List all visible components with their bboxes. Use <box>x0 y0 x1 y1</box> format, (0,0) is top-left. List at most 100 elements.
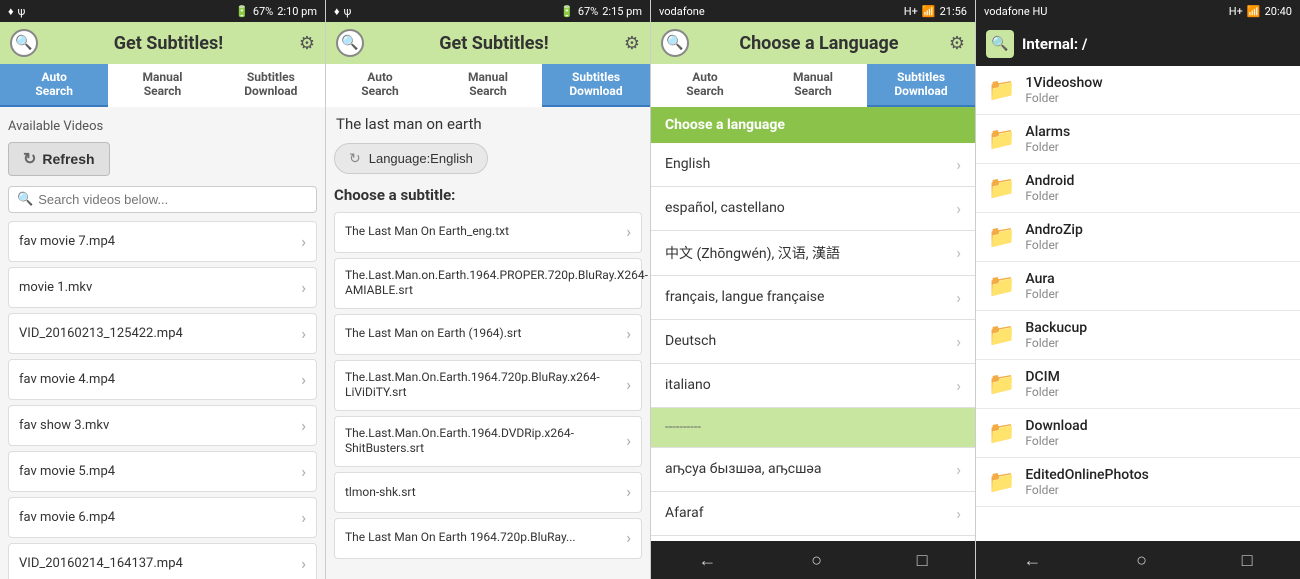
file-item[interactable]: fav movie 7.mp4 › <box>8 221 317 262</box>
time-2: 2:15 pm <box>602 5 642 18</box>
tab-subtitles-download-2[interactable]: SubtitlesDownload <box>542 64 650 107</box>
tab-subtitles-download-1[interactable]: SubtitlesDownload <box>217 64 325 107</box>
folder-info: AndroZip Folder <box>1025 222 1082 252</box>
folder-info: EditedOnlinePhotos Folder <box>1025 467 1148 497</box>
file-item[interactable]: VID_20160214_164137.mp4 › <box>8 543 317 579</box>
tab-auto-search-1[interactable]: AutoSearch <box>0 64 108 107</box>
arrow-icon: › <box>956 376 961 395</box>
settings-button-3[interactable]: ⚙ <box>949 33 965 54</box>
tab-subtitles-download-3[interactable]: SubtitlesDownload <box>867 64 975 107</box>
language-button[interactable]: ↻ Language:English <box>334 143 488 174</box>
folder-item-download[interactable]: 📁 Download Folder <box>976 409 1300 458</box>
subtitle-name: The Last Man On Earth_eng.txt <box>345 224 626 240</box>
file-item[interactable]: fav movie 6.mp4 › <box>8 497 317 538</box>
time-3: 21:56 <box>940 5 967 18</box>
folder-icon: 📁 <box>988 176 1015 201</box>
signal-bars-4: 📶 <box>1247 5 1261 18</box>
arrow-icon: › <box>956 504 961 523</box>
internal-header: 🔍 Internal: / <box>976 22 1300 66</box>
file-item[interactable]: fav movie 4.mp4 › <box>8 359 317 400</box>
language-item-abkhaz[interactable]: аҧсуа бызшәа, аҧсшәа › <box>651 448 975 492</box>
subtitle-item[interactable]: tlmon-shk.srt › <box>334 472 642 513</box>
recents-button-3[interactable]: □ <box>917 550 928 571</box>
battery-percent-1: 67% <box>253 5 273 18</box>
language-item-chinese[interactable]: 中文 (Zhōngwén), 汉语, 漢語 › <box>651 231 975 276</box>
signal-bars-3: 📶 <box>922 5 936 18</box>
search-box[interactable]: 🔍 <box>8 186 317 213</box>
tab-auto-search-2[interactable]: AutoSearch <box>326 64 434 107</box>
language-item-italiano[interactable]: italiano › <box>651 364 975 408</box>
folder-icon: 📁 <box>988 470 1015 495</box>
settings-button-2[interactable]: ⚙ <box>624 33 640 54</box>
subtitle-item[interactable]: The Last Man On Earth_eng.txt › <box>334 212 642 253</box>
folder-info: Alarms Folder <box>1025 124 1070 154</box>
file-item[interactable]: VID_20160213_125422.mp4 › <box>8 313 317 354</box>
subtitle-item[interactable]: The.Last.Man.On.Earth.1964.720p.BluRay.x… <box>334 360 642 411</box>
folder-item-androzip[interactable]: 📁 AndroZip Folder <box>976 213 1300 262</box>
language-label: Language:English <box>369 151 473 166</box>
folder-item-aura[interactable]: 📁 Aura Folder <box>976 262 1300 311</box>
recents-button-4[interactable]: □ <box>1242 550 1253 571</box>
arrow-icon: › <box>956 243 961 262</box>
folder-name: EditedOnlinePhotos <box>1025 467 1148 483</box>
app-logo-2: 🔍 <box>336 29 364 57</box>
back-button-4[interactable]: ← <box>1023 550 1041 571</box>
subtitle-item[interactable]: The Last Man on Earth (1964).srt › <box>334 314 642 355</box>
status-left-2: ♦ ψ <box>334 5 351 18</box>
language-item-espanol[interactable]: español, castellano › <box>651 187 975 231</box>
language-item-english[interactable]: English › <box>651 143 975 187</box>
available-videos-label: Available Videos <box>8 119 317 134</box>
language-item-deutsch[interactable]: Deutsch › <box>651 320 975 364</box>
status-bar-2: ♦ ψ 🔋 67% 2:15 pm <box>326 0 650 22</box>
panel-content-2: The last man on earth ↻ Language:English… <box>326 107 650 579</box>
folder-type: Folder <box>1025 189 1074 203</box>
folder-name: Alarms <box>1025 124 1070 140</box>
file-name: fav show 3.mkv <box>19 418 109 433</box>
subtitle-item[interactable]: The.Last.Man.On.Earth.1964.DVDRip.x264-S… <box>334 416 642 467</box>
arrow-icon: › <box>626 222 631 243</box>
home-button-4[interactable]: ○ <box>1136 550 1147 571</box>
folder-item-android[interactable]: 📁 Android Folder <box>976 164 1300 213</box>
folder-item-dcim[interactable]: 📁 DCIM Folder <box>976 360 1300 409</box>
refresh-button[interactable]: ↻ Refresh <box>8 142 110 176</box>
arrow-icon: › <box>301 462 306 481</box>
status-bar-1: ♦ ψ 🔋 67% 2:10 pm <box>0 0 325 22</box>
settings-button-1[interactable]: ⚙ <box>299 33 315 54</box>
folder-info: Aura Folder <box>1025 271 1058 301</box>
file-name: fav movie 6.mp4 <box>19 510 115 525</box>
file-item[interactable]: movie 1.mkv › <box>8 267 317 308</box>
search-input[interactable] <box>38 192 308 207</box>
subtitle-item[interactable]: The Last Man On Earth 1964.720p.BluRay..… <box>334 518 642 559</box>
folder-item-alarms[interactable]: 📁 Alarms Folder <box>976 115 1300 164</box>
separator-label: ---------- <box>665 420 701 435</box>
tab-manual-search-1[interactable]: ManualSearch <box>108 64 216 107</box>
language-item-french[interactable]: français, langue française › <box>651 276 975 320</box>
battery-icon: 🔋 <box>235 5 249 18</box>
folder-item-backucup[interactable]: 📁 Backucup Folder <box>976 311 1300 360</box>
language-list-header: Choose a language <box>651 107 975 143</box>
internal-title: Internal: / <box>1022 35 1087 53</box>
status-left-3: vodafone <box>659 5 705 18</box>
file-item[interactable]: fav show 3.mkv › <box>8 405 317 446</box>
folder-name: DCIM <box>1025 369 1060 385</box>
network-type-3: H+ <box>904 5 918 18</box>
back-button-3[interactable]: ← <box>698 550 716 571</box>
tab-auto-search-3[interactable]: AutoSearch <box>651 64 759 107</box>
arrow-icon: › <box>301 416 306 435</box>
folder-item-1videoshow[interactable]: 📁 1Videoshow Folder <box>976 66 1300 115</box>
home-button-3[interactable]: ○ <box>811 550 822 571</box>
language-item-afaraf[interactable]: Afaraf › <box>651 492 975 536</box>
folder-item-editedonlinephotos[interactable]: 📁 EditedOnlinePhotos Folder <box>976 458 1300 507</box>
arrow-icon: › <box>626 324 631 345</box>
subtitle-item[interactable]: The.Last.Man.on.Earth.1964.PROPER.720p.B… <box>334 258 642 309</box>
folder-info: Download Folder <box>1025 418 1087 448</box>
panel-manual-search: ♦ ψ 🔋 67% 2:15 pm 🔍 Get Subtitles! ⚙ Aut… <box>325 0 650 579</box>
tab-manual-search-2[interactable]: ManualSearch <box>434 64 542 107</box>
file-name: fav movie 4.mp4 <box>19 372 115 387</box>
status-bar-3: vodafone H+ 📶 21:56 <box>651 0 975 22</box>
subtitle-name: The.Last.Man.On.Earth.1964.DVDRip.x264-S… <box>345 426 626 457</box>
tab-manual-search-3[interactable]: ManualSearch <box>759 64 867 107</box>
wifi-icon-2: ψ <box>344 5 352 18</box>
arrow-icon: › <box>626 431 631 452</box>
file-item[interactable]: fav movie 5.mp4 › <box>8 451 317 492</box>
